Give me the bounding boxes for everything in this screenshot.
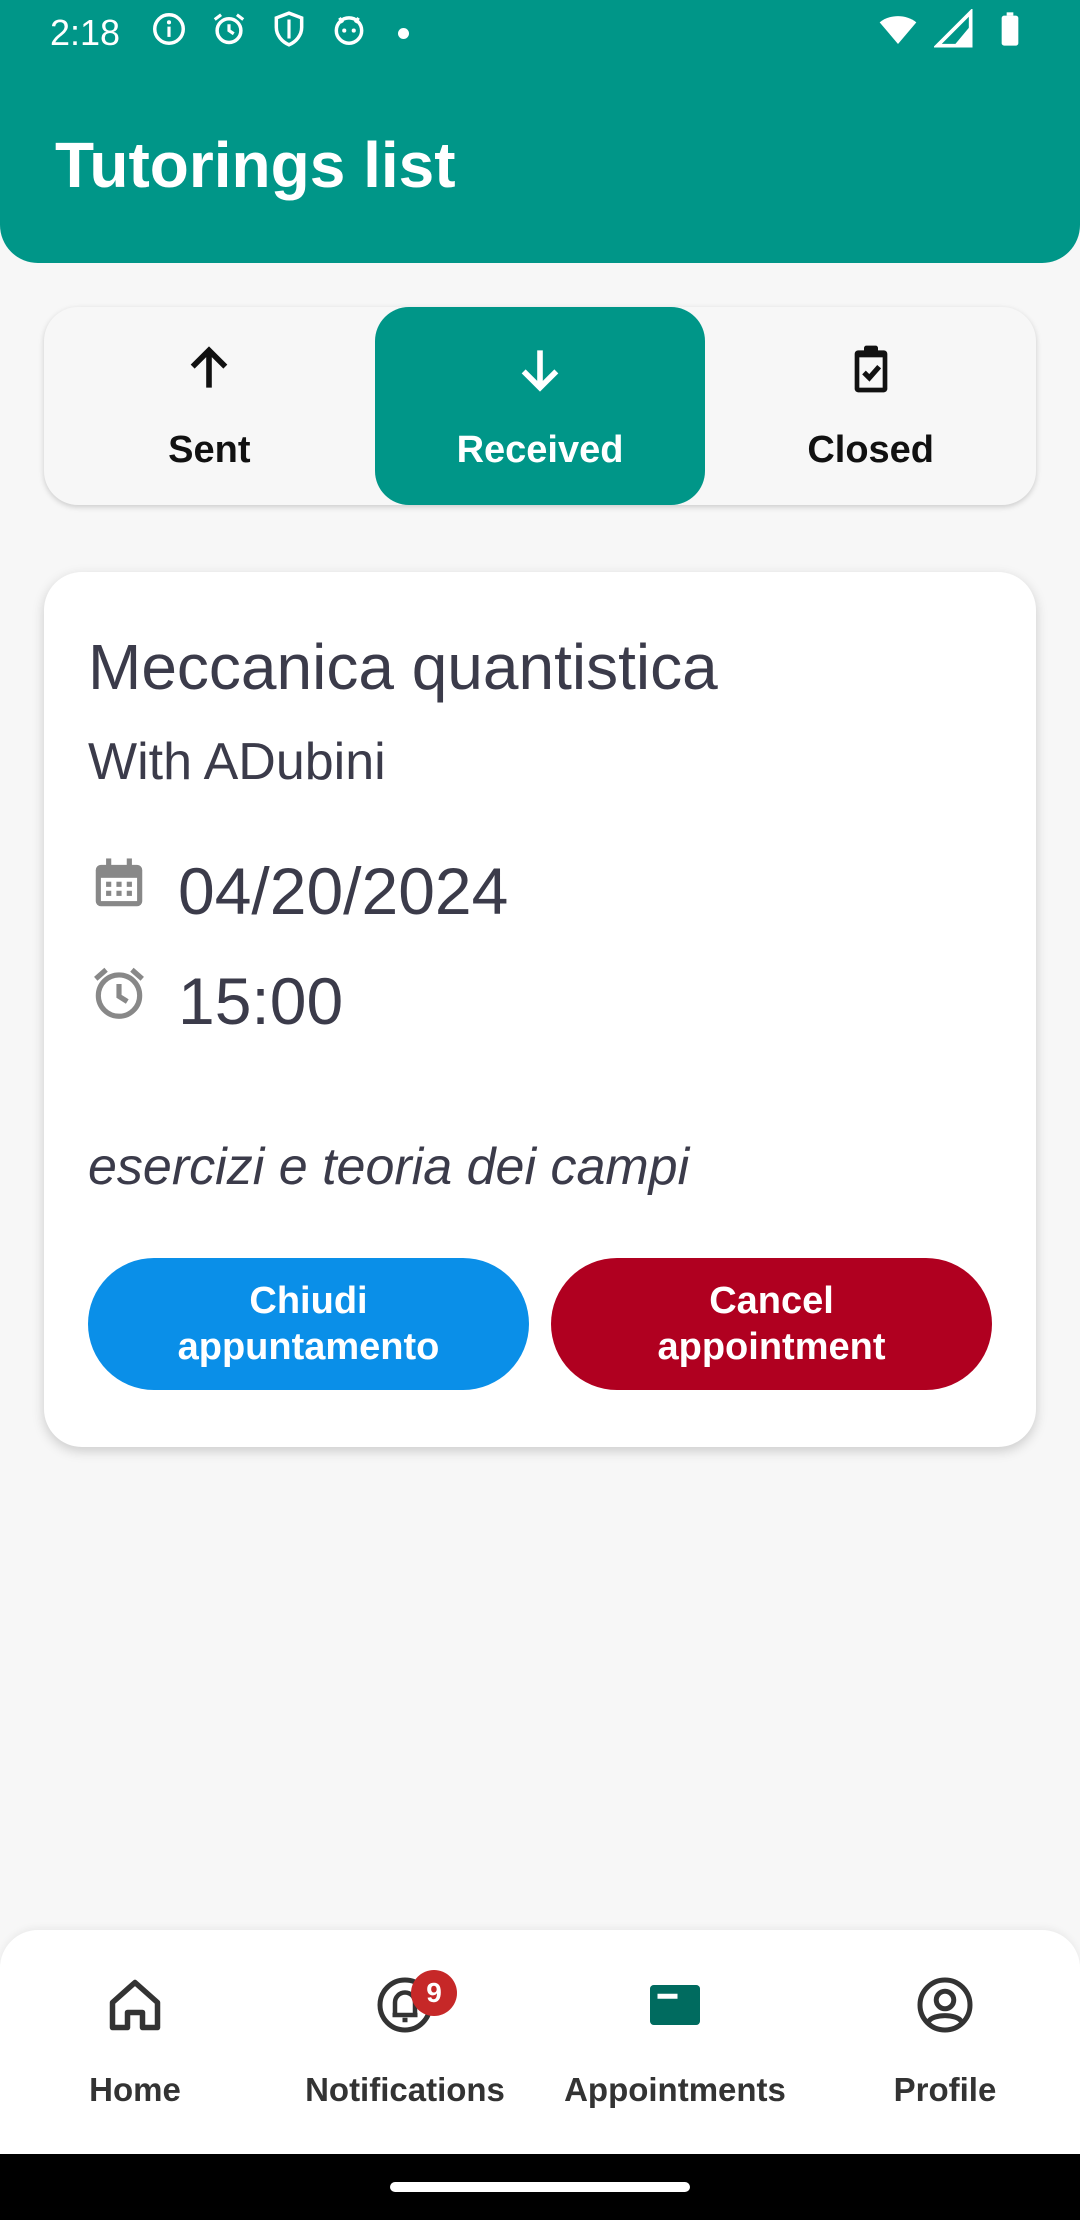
appointment-date: 04/20/2024 [178, 853, 509, 928]
home-icon [105, 1975, 165, 2071]
appointment-card: Meccanica quantistica With ADubini 04/20… [44, 572, 1036, 1447]
home-gesture-handle[interactable] [390, 2182, 690, 2192]
appointments-icon [645, 1975, 705, 2071]
card-with-user: With ADubini [88, 733, 386, 791]
tab-sent-label: Sent [168, 428, 251, 471]
tab-sent[interactable]: Sent [44, 307, 375, 505]
shield-icon [270, 10, 308, 57]
calendar-icon [88, 852, 178, 929]
arrow-up-icon [181, 341, 237, 429]
time-row: 15:00 [88, 962, 343, 1039]
status-bar: 2:18 [0, 0, 1080, 66]
app-header: 2:18 Tutorings list [0, 0, 1080, 263]
wifi-icon [878, 9, 918, 58]
nav-appointments-label: Appointments [564, 2071, 786, 2108]
tutoring-filter-tabs: Sent Received Closed [44, 307, 1036, 505]
appointment-description: esercizi e teoria dei campi [88, 1138, 690, 1196]
status-time: 2:18 [50, 12, 121, 53]
alarm-clock-icon [88, 962, 178, 1039]
info-icon [150, 10, 188, 57]
tab-received-label: Received [456, 428, 624, 471]
notifications-count-badge: 9 [411, 1970, 457, 2016]
android-icon [330, 10, 368, 57]
nav-profile-label: Profile [893, 2071, 997, 2108]
tab-received[interactable]: Received [374, 307, 706, 505]
battery-icon [990, 9, 1030, 58]
page-title: Tutorings list [55, 129, 456, 201]
close-appointment-button[interactable]: Chiudi appuntamento [88, 1258, 529, 1390]
bottom-navigation: Home 9 Notifications Appointments Profil… [0, 1930, 1080, 2154]
gesture-navigation-bar [0, 2154, 1080, 2220]
card-actions: Chiudi appuntamento Cancel appointment [88, 1258, 992, 1390]
alarm-status-icon [210, 10, 248, 57]
tab-closed[interactable]: Closed [705, 307, 1036, 505]
signal-icon [932, 7, 974, 58]
arrow-down-icon [512, 341, 568, 429]
clipboard-check-icon [843, 341, 899, 429]
date-row: 04/20/2024 [88, 852, 508, 929]
appointment-time: 15:00 [178, 963, 344, 1038]
profile-icon [915, 1975, 975, 2071]
tab-closed-label: Closed [807, 428, 935, 471]
nav-home-label: Home [89, 2071, 181, 2108]
card-subject: Meccanica quantistica [88, 631, 718, 703]
nav-item-appointments[interactable]: Appointments [540, 1930, 810, 2154]
notification-dot-icon [398, 27, 410, 39]
nav-item-home[interactable]: Home [0, 1930, 270, 2154]
nav-item-notifications[interactable]: 9 Notifications [270, 1930, 540, 2154]
cancel-appointment-button[interactable]: Cancel appointment [551, 1258, 992, 1390]
nav-notifications-label: Notifications [305, 2071, 505, 2108]
nav-item-profile[interactable]: Profile [810, 1930, 1080, 2154]
